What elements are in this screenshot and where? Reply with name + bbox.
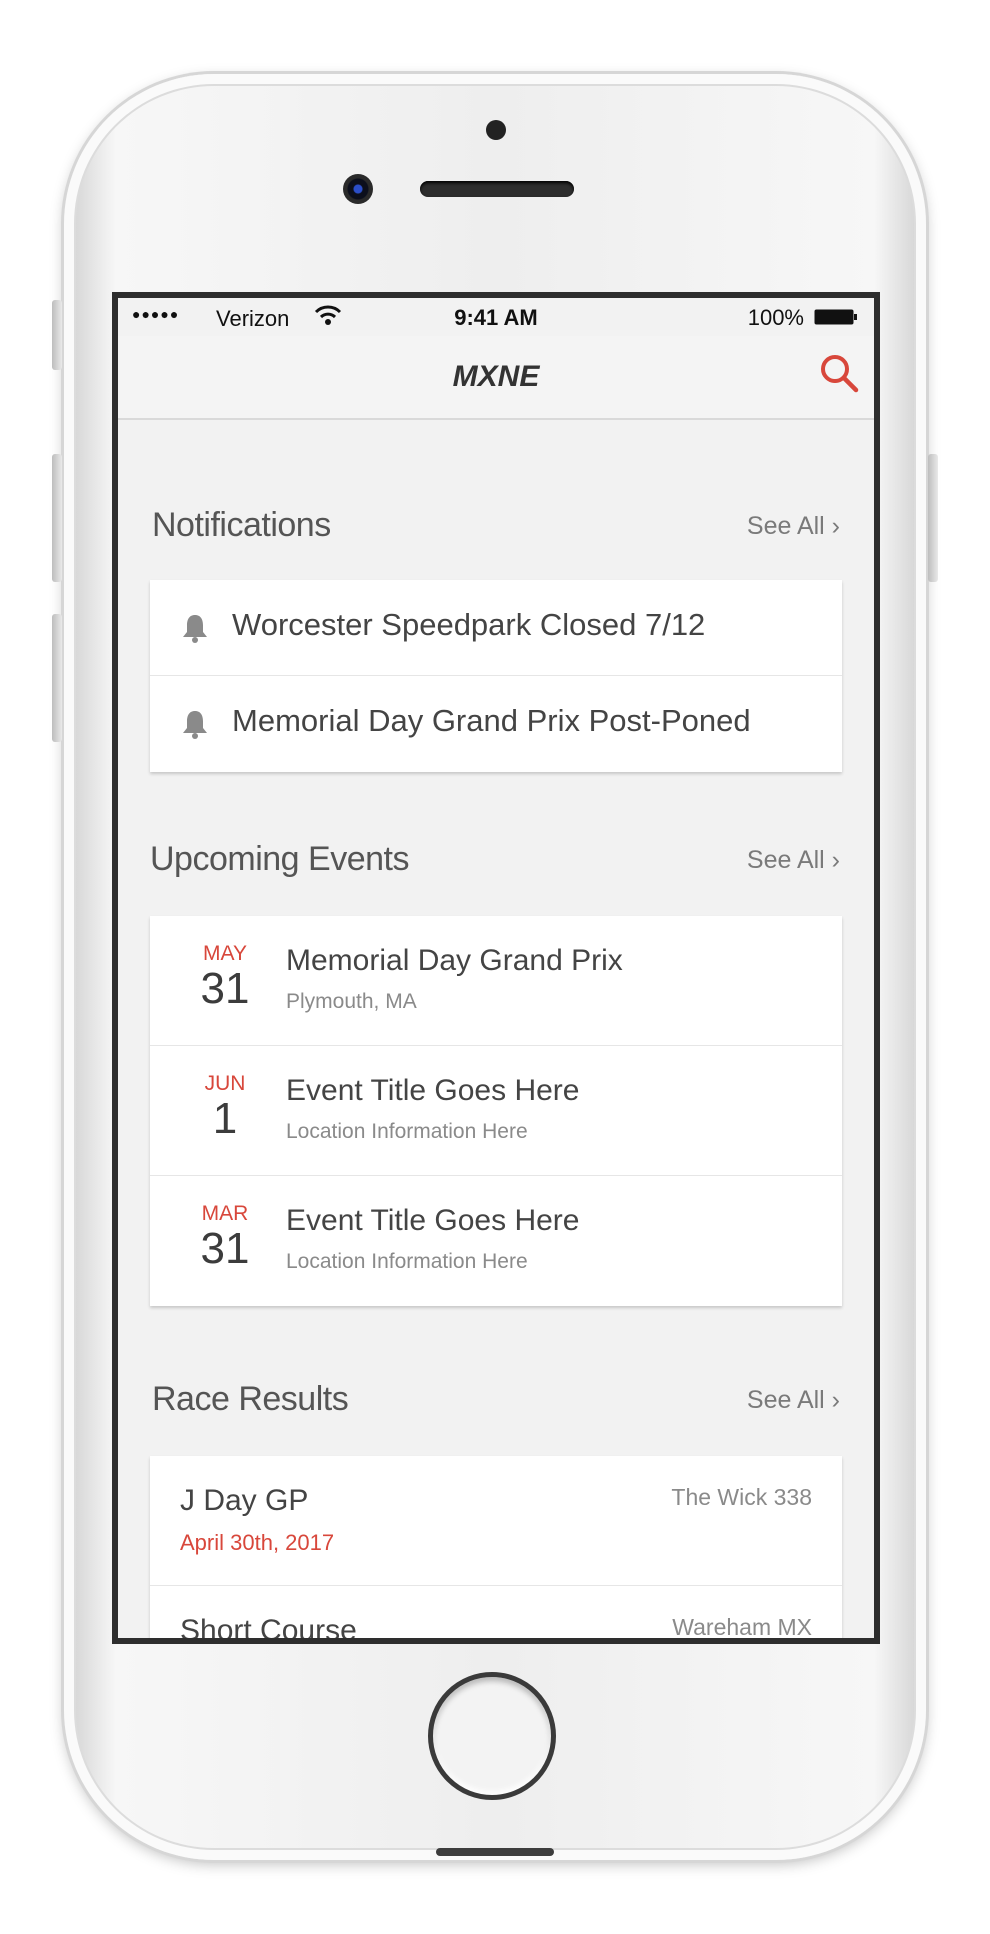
notification-item[interactable]: Worcester Speedpark Closed 7/12: [150, 580, 842, 676]
app-title: MXNE: [452, 360, 540, 393]
result-item[interactable]: J Day GP April 30th, 2017 The Wick 338: [150, 1456, 842, 1586]
search-icon[interactable]: [818, 352, 860, 394]
result-date: April 30th, 2017: [180, 1530, 335, 1555]
event-location: Plymouth, MA: [286, 990, 417, 1013]
result-title: Short Course: [180, 1614, 357, 1644]
event-month: MAY: [203, 942, 247, 965]
event-item[interactable]: JUN 1 Event Title Goes Here Location Inf…: [150, 1046, 842, 1176]
results-header: Race Results See All ›: [152, 1380, 840, 1424]
event-location: Location Information Here: [286, 1250, 528, 1273]
result-venue: Wareham MX: [672, 1614, 812, 1640]
event-month: JUN: [204, 1072, 246, 1095]
events-see-all-link[interactable]: See All ›: [747, 846, 840, 875]
event-date: MAY 31: [170, 942, 280, 1012]
event-title: Event Title Goes Here: [286, 1074, 580, 1107]
notification-item[interactable]: Memorial Day Grand Prix Post-Poned: [150, 676, 842, 772]
event-date: MAR 31: [170, 1202, 280, 1272]
event-title: Event Title Goes Here: [286, 1204, 580, 1237]
results-see-all-link[interactable]: See All ›: [747, 1386, 840, 1415]
notifications-card: Worcester Speedpark Closed 7/12 Memorial…: [150, 580, 842, 772]
event-item[interactable]: MAY 31 Memorial Day Grand Prix Plymouth,…: [150, 916, 842, 1046]
event-day: 1: [212, 1094, 238, 1143]
event-month: MAR: [201, 1202, 249, 1225]
earpiece-speaker: [420, 181, 574, 197]
event-title: Memorial Day Grand Prix: [286, 944, 623, 977]
result-title: J Day GP: [180, 1484, 309, 1517]
event-item[interactable]: MAR 31 Event Title Goes Here Location In…: [150, 1176, 842, 1306]
power-button: [928, 454, 938, 582]
event-day: 31: [200, 1224, 250, 1273]
events-card: MAY 31 Memorial Day Grand Prix Plymouth,…: [150, 916, 842, 1306]
notifications-header: Notifications See All ›: [152, 506, 840, 550]
phone-screen: ●●●●● Verizon 9:41 AM 100% MXNE Notifica…: [112, 292, 880, 1644]
event-date: JUN 1: [170, 1072, 280, 1142]
volume-up-button: [52, 454, 62, 582]
home-button[interactable]: [428, 1672, 556, 1800]
front-camera: [343, 174, 373, 204]
battery-icon: [814, 309, 857, 325]
section-title: Upcoming Events: [150, 840, 409, 878]
proximity-sensor: [486, 120, 506, 140]
status-bar: ●●●●● Verizon 9:41 AM 100%: [118, 298, 874, 336]
volume-down-button: [52, 614, 62, 742]
navigation-bar: MXNE: [118, 336, 874, 420]
result-venue: The Wick 338: [671, 1484, 812, 1510]
mute-switch: [52, 300, 62, 370]
results-card: J Day GP April 30th, 2017 The Wick 338 S…: [150, 1456, 842, 1644]
section-title: Race Results: [152, 1380, 349, 1418]
result-item[interactable]: Short Course Wareham MX: [150, 1586, 842, 1644]
notification-text: Worcester Speedpark Closed 7/12: [232, 607, 706, 642]
bell-icon: [183, 711, 207, 739]
battery-percent: 100%: [747, 305, 804, 330]
events-header: Upcoming Events See All ›: [150, 840, 840, 884]
notifications-see-all-link[interactable]: See All ›: [747, 512, 840, 541]
event-day: 31: [200, 964, 250, 1013]
section-title: Notifications: [152, 506, 331, 544]
notification-text: Memorial Day Grand Prix Post-Poned: [232, 703, 751, 738]
bottom-edge: [436, 1848, 554, 1856]
bell-icon: [183, 615, 207, 643]
event-location: Location Information Here: [286, 1120, 528, 1143]
